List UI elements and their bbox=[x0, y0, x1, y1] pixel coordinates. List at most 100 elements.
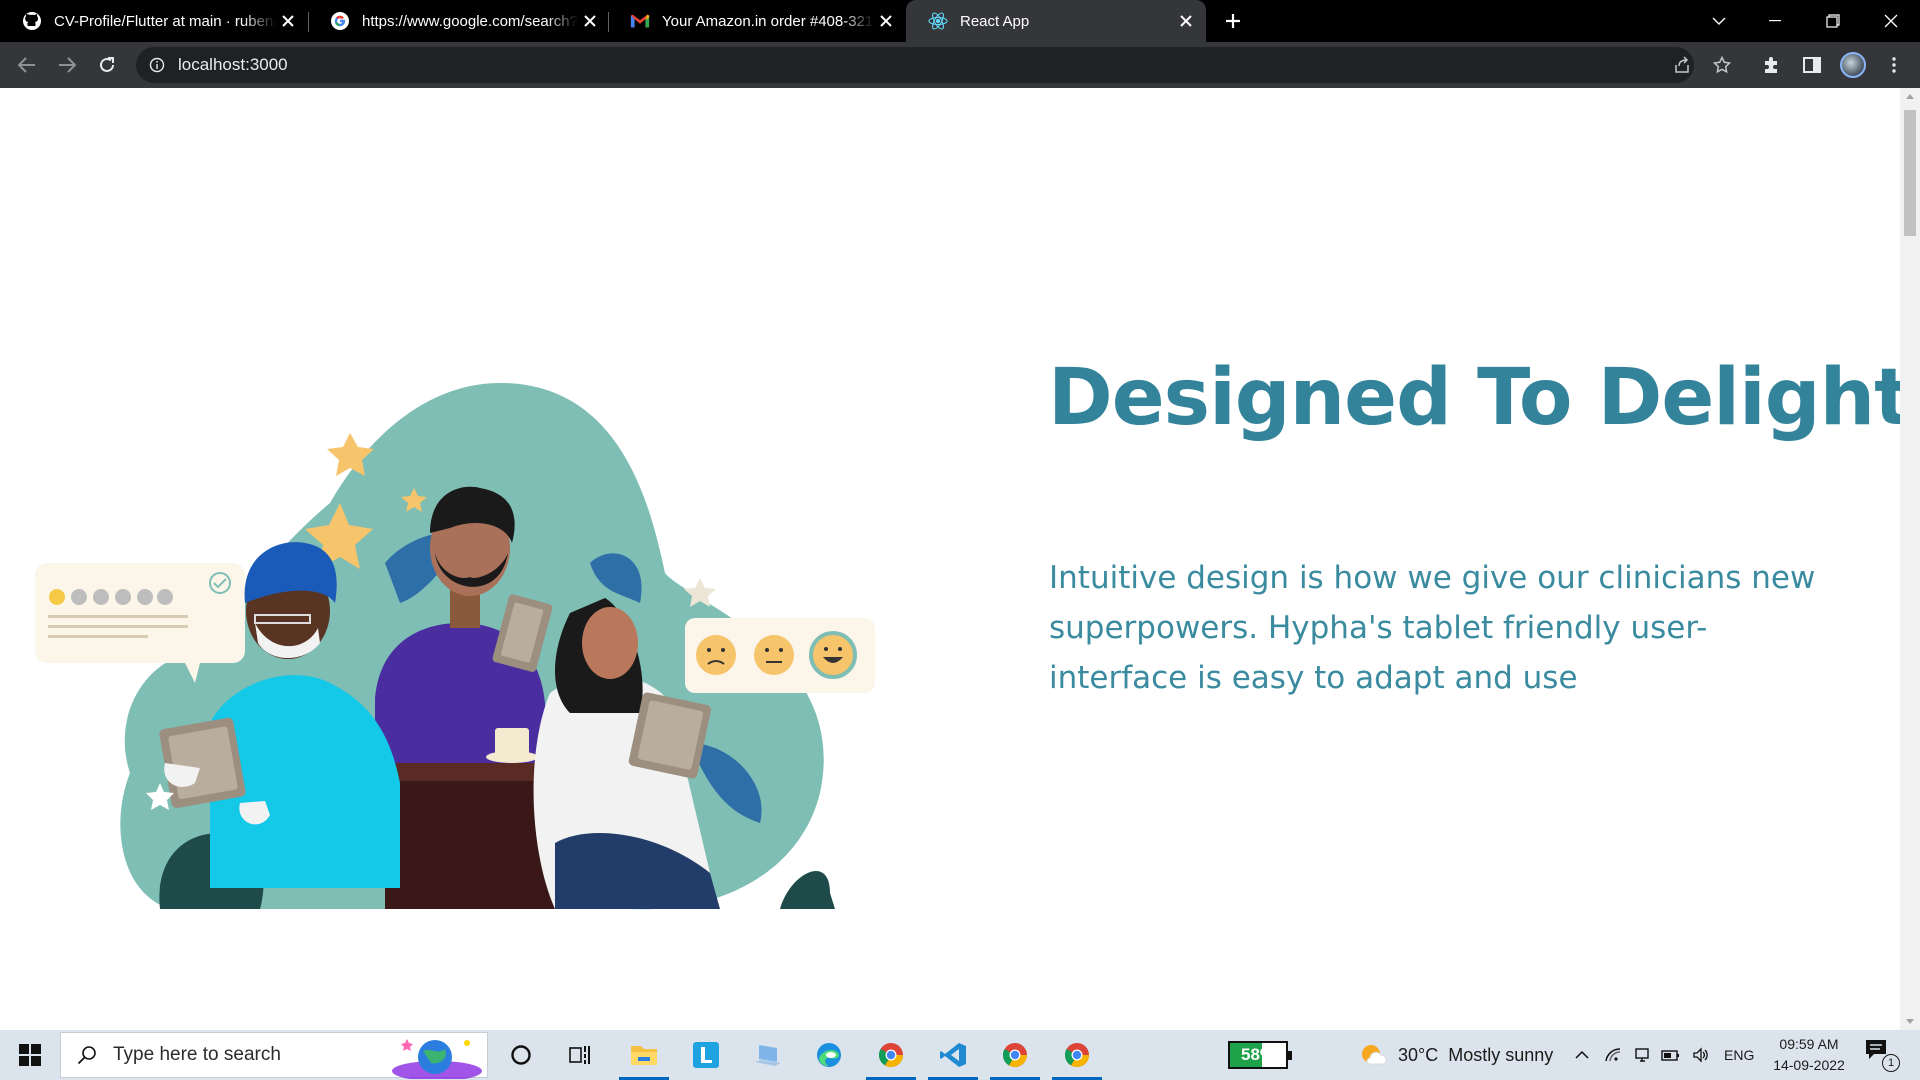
close-window-button[interactable] bbox=[1868, 0, 1914, 42]
tab-react-app[interactable]: React App bbox=[906, 0, 1206, 42]
tab-search-button[interactable] bbox=[1696, 0, 1742, 42]
taskbar-chrome[interactable] bbox=[866, 1030, 916, 1080]
tab-gmail[interactable]: Your Amazon.in order #408-3210 bbox=[608, 0, 906, 42]
share-icon bbox=[1675, 56, 1689, 73]
chrome-icon bbox=[878, 1043, 903, 1068]
edge-icon bbox=[817, 1043, 841, 1067]
emoji-feedback-card bbox=[685, 618, 875, 693]
address-bar[interactable]: localhost:3000 bbox=[136, 47, 1694, 83]
start-button[interactable] bbox=[0, 1030, 60, 1080]
web-page: Designed To Delight Intuitive design is … bbox=[0, 88, 1900, 1030]
battery-indicator[interactable]: 58% bbox=[1228, 1041, 1292, 1069]
taskbar-file-explorer[interactable] bbox=[619, 1030, 669, 1080]
site-info-icon[interactable] bbox=[148, 56, 166, 74]
puzzle-icon bbox=[1765, 57, 1777, 73]
search-icon bbox=[75, 1043, 99, 1067]
minimize-icon bbox=[1769, 20, 1781, 22]
hero-title: Designed To Delight bbox=[1048, 353, 1900, 443]
partly-sunny-icon bbox=[1362, 1045, 1387, 1065]
task-view-icon bbox=[569, 1046, 590, 1064]
restore-button[interactable] bbox=[1810, 0, 1856, 42]
tab-google[interactable]: https://www.google.com/search?q= bbox=[308, 0, 610, 42]
forward-button[interactable] bbox=[51, 49, 83, 81]
display-icon bbox=[1635, 1048, 1649, 1062]
back-button[interactable] bbox=[11, 49, 43, 81]
scroll-up-icon[interactable] bbox=[1906, 94, 1914, 99]
battery-percent: 58% bbox=[1240, 1045, 1276, 1064]
arrow-right-icon bbox=[59, 57, 76, 73]
volume-button[interactable] bbox=[1688, 1030, 1714, 1080]
close-tab-icon[interactable] bbox=[276, 9, 300, 33]
search-highlight-icon bbox=[392, 1039, 482, 1079]
weather-widget[interactable]: 30°C Mostly sunny bbox=[1358, 1030, 1553, 1080]
cortana-icon bbox=[511, 1045, 531, 1065]
chevron-up-icon bbox=[1575, 1051, 1589, 1059]
bookmark-button[interactable] bbox=[1706, 49, 1738, 81]
restore-icon bbox=[1826, 14, 1840, 28]
page-scrollbar[interactable] bbox=[1900, 88, 1920, 1030]
close-tab-icon[interactable] bbox=[1174, 9, 1198, 33]
scrollbar-thumb[interactable] bbox=[1904, 110, 1916, 236]
reload-button[interactable] bbox=[91, 49, 123, 81]
url-text[interactable]: localhost:3000 bbox=[178, 55, 288, 75]
search-placeholder: Type here to search bbox=[113, 1044, 281, 1065]
taskbar-vscode[interactable] bbox=[928, 1030, 978, 1080]
taskbar-chrome[interactable] bbox=[1052, 1030, 1102, 1080]
cortana-button[interactable] bbox=[496, 1030, 546, 1080]
language-indicator[interactable]: ENG bbox=[1724, 1030, 1754, 1080]
share-button[interactable] bbox=[1666, 49, 1698, 81]
star-icon bbox=[1713, 56, 1731, 74]
browser-toolbar: localhost:3000 bbox=[0, 42, 1920, 88]
hero-description: Intuitive design is how we give our clin… bbox=[1049, 560, 1816, 696]
new-tab-button[interactable] bbox=[1218, 6, 1248, 36]
menu-button[interactable] bbox=[1878, 49, 1910, 81]
close-tab-icon[interactable] bbox=[874, 9, 898, 33]
tab-title: CV-Profile/Flutter at main · rubenmurali bbox=[54, 12, 276, 30]
tab-title: Your Amazon.in order #408-3210 bbox=[662, 12, 874, 30]
weather-temperature: 30°C bbox=[1398, 1044, 1439, 1065]
windows-taskbar: Type here to search 58% 30°C Mostly sunn… bbox=[0, 1030, 1920, 1080]
taskbar-search[interactable]: Type here to search bbox=[60, 1032, 488, 1079]
taskbar-edge[interactable] bbox=[804, 1030, 854, 1080]
task-view-button[interactable] bbox=[555, 1030, 605, 1080]
battery-plug-icon bbox=[1661, 1050, 1679, 1061]
kebab-menu-icon bbox=[1892, 57, 1896, 73]
l-app-icon bbox=[693, 1042, 719, 1068]
windows-logo-icon bbox=[19, 1044, 41, 1066]
show-hidden-icons-button[interactable] bbox=[1570, 1030, 1594, 1080]
battery-nub bbox=[1288, 1051, 1292, 1060]
close-tab-icon[interactable] bbox=[578, 9, 602, 33]
wifi-icon bbox=[1605, 1048, 1621, 1062]
vscode-icon bbox=[940, 1043, 966, 1067]
taskbar-laptop-app[interactable] bbox=[743, 1030, 793, 1080]
taskbar-chrome[interactable] bbox=[990, 1030, 1040, 1080]
notification-count: 1 bbox=[1882, 1054, 1900, 1072]
tab-strip: CV-Profile/Flutter at main · rubenmurali… bbox=[0, 0, 1920, 42]
chevron-down-icon bbox=[1712, 17, 1726, 25]
clock-date: 14-09-2022 bbox=[1773, 1057, 1845, 1073]
tab-github[interactable]: CV-Profile/Flutter at main · rubenmurali bbox=[0, 0, 308, 42]
google-icon bbox=[330, 11, 350, 31]
gmail-icon bbox=[630, 11, 650, 31]
extensions-button[interactable] bbox=[1756, 49, 1788, 81]
close-icon bbox=[1884, 14, 1898, 28]
minimize-button[interactable] bbox=[1752, 0, 1798, 42]
network-button[interactable] bbox=[1600, 1030, 1626, 1080]
side-panel-icon bbox=[1803, 57, 1821, 73]
clock[interactable]: 09:59 AM 14-09-2022 bbox=[1766, 1034, 1852, 1076]
chrome-icon bbox=[1002, 1043, 1027, 1068]
profile-avatar[interactable] bbox=[1840, 52, 1866, 78]
clinicians-with-tablets-illustration bbox=[35, 383, 875, 910]
taskbar-l-app[interactable] bbox=[681, 1030, 731, 1080]
side-panel-button[interactable] bbox=[1796, 49, 1828, 81]
file-explorer-icon bbox=[631, 1046, 657, 1065]
clock-time: 09:59 AM bbox=[1779, 1036, 1839, 1052]
github-icon bbox=[22, 11, 42, 31]
scroll-down-icon[interactable] bbox=[1906, 1019, 1914, 1024]
weather-condition: Mostly sunny bbox=[1448, 1044, 1554, 1065]
meet-now-button[interactable] bbox=[1630, 1030, 1656, 1080]
notification-center-button[interactable]: 1 bbox=[1864, 1038, 1900, 1072]
power-button[interactable] bbox=[1658, 1030, 1684, 1080]
laptop-app-icon bbox=[755, 1045, 781, 1066]
reload-icon bbox=[100, 57, 114, 72]
